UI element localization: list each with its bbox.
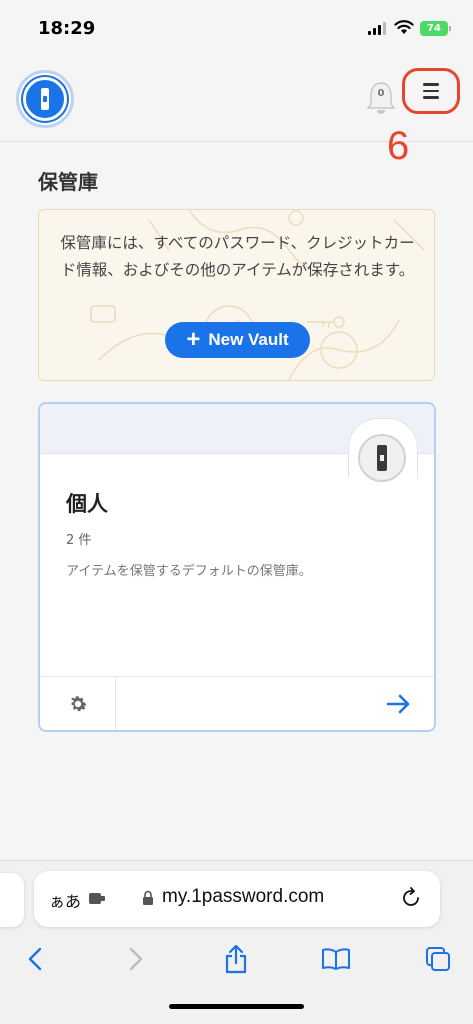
safari-browser-bar: ぁあ my.1password.com — [0, 860, 473, 1024]
cellular-signal-icon — [368, 22, 388, 35]
page-title: 保管庫 — [38, 170, 98, 194]
step-annotation: 6 — [387, 124, 410, 168]
home-indicator — [169, 1004, 304, 1009]
tabs-icon — [426, 947, 450, 971]
tabs-button[interactable] — [420, 939, 456, 979]
vault-icon — [358, 434, 406, 482]
chevron-right-icon — [129, 947, 143, 971]
status-time: 18:29 — [38, 18, 96, 39]
new-vault-button[interactable]: + New Vault — [165, 322, 310, 358]
promo-description: 保管庫には、すべてのパスワード、クレジットカード情報、およびその他のアイテムが保… — [60, 234, 415, 279]
vault-settings-button[interactable] — [40, 677, 116, 730]
forward-button[interactable] — [118, 939, 154, 979]
new-vault-promo-card: 保管庫には、すべてのパスワード、クレジットカード情報、およびその他のアイテムが保… — [38, 209, 435, 381]
vault-card-footer — [40, 676, 434, 730]
hamburger-icon — [423, 83, 439, 86]
notification-count: 0 — [377, 88, 385, 99]
book-icon — [322, 948, 350, 970]
vault-name: 個人 — [66, 492, 108, 516]
status-bar: 18:29 74 — [0, 0, 473, 58]
share-button[interactable] — [218, 939, 254, 979]
notifications-bell-button[interactable]: 0 — [366, 80, 396, 116]
gear-icon — [70, 696, 87, 712]
safari-toolbar — [0, 939, 473, 979]
arrow-right-icon — [386, 694, 410, 714]
new-vault-label: New Vault — [208, 330, 289, 349]
extension-icon[interactable] — [88, 890, 106, 906]
1password-logo[interactable] — [16, 70, 74, 128]
back-button[interactable] — [17, 939, 53, 979]
open-vault-button[interactable] — [384, 689, 414, 719]
vault-item-count: 2 件 — [66, 533, 92, 548]
reload-icon[interactable] — [400, 887, 422, 909]
text-size-button[interactable]: ぁあ — [49, 888, 81, 912]
url-text: my.1password.com — [162, 886, 325, 907]
keyhole-icon — [41, 88, 49, 110]
bookmarks-button[interactable] — [318, 939, 354, 979]
plus-icon: + — [186, 326, 201, 353]
chevron-left-icon — [28, 947, 42, 971]
lock-icon — [143, 890, 153, 905]
previous-tab-preview[interactable] — [0, 873, 24, 927]
address-bar[interactable]: ぁあ my.1password.com — [34, 871, 440, 927]
vault-card-personal[interactable]: 個人 2 件 アイテムを保管するデフォルトの保管庫。 — [38, 402, 436, 732]
wifi-icon — [394, 20, 414, 34]
battery-indicator: 74 — [420, 21, 451, 36]
hamburger-menu-button[interactable] — [402, 68, 460, 114]
vault-description: アイテムを保管するデフォルトの保管庫。 — [66, 564, 312, 579]
share-icon — [225, 944, 247, 974]
